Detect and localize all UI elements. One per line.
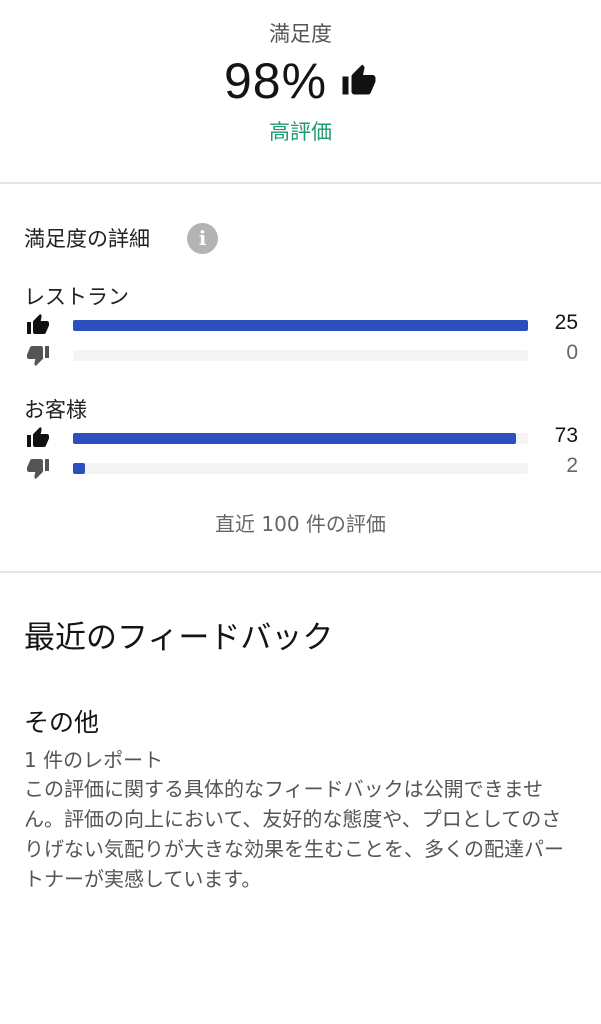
group-label-restaurant: レストラン (24, 285, 129, 309)
likes-count: 73 (554, 424, 578, 447)
restaurant-likes-row: 25 (24, 311, 580, 339)
likes-bar-track (73, 433, 528, 444)
likes-bar-fill (73, 320, 528, 331)
satisfaction-summary: 満足度 98% 高評価 (0, 0, 601, 182)
dislikes-bar-track (73, 350, 528, 361)
ratings-footnote: 直近 100 件の評価 (215, 512, 386, 536)
satisfaction-rating-text: 高評価 (269, 120, 332, 144)
thumbs-up-icon (341, 63, 377, 99)
satisfaction-value-row: 98% (0, 52, 601, 110)
feedback-category-title: その他 (24, 708, 100, 737)
section-divider (0, 182, 601, 184)
restaurant-dislikes-row: 0 (24, 341, 580, 369)
thumbs-up-icon (26, 313, 50, 337)
recent-feedback-heading: 最近のフィードバック (24, 620, 334, 656)
thumbs-up-icon (26, 426, 50, 450)
group-label-customers: お客様 (24, 398, 87, 422)
dislikes-count: 2 (566, 454, 578, 477)
info-icon[interactable]: i (187, 223, 218, 254)
customers-likes-row: 73 (24, 424, 580, 452)
feedback-report-count: 1 件のレポート (24, 748, 164, 772)
likes-bar-track (73, 320, 528, 331)
thumbs-down-icon (26, 343, 50, 367)
section-divider (0, 571, 601, 573)
feedback-description: この評価に関する具体的なフィードバックは公開できません。評価の向上において、友好… (24, 777, 564, 891)
thumbs-down-icon (26, 456, 50, 480)
dislikes-bar-track (73, 463, 528, 474)
dislikes-bar-fill (73, 463, 86, 474)
dislikes-count: 0 (566, 341, 578, 364)
customers-dislikes-row: 2 (24, 454, 580, 482)
satisfaction-percentage: 98% (223, 53, 328, 109)
details-title: 満足度の詳細 (24, 227, 150, 251)
likes-bar-fill (73, 433, 516, 444)
satisfaction-label: 満足度 (269, 22, 332, 46)
likes-count: 25 (554, 311, 578, 334)
